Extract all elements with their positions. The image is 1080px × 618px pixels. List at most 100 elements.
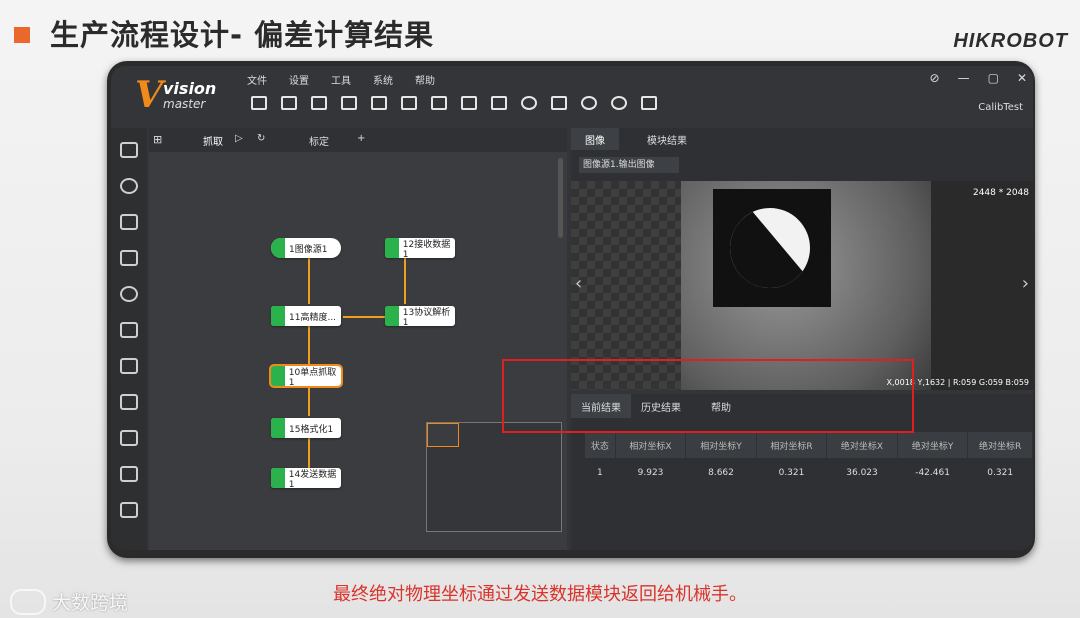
run-status-icon[interactable]: ⊘ xyxy=(930,71,940,85)
calibrate-tool-icon[interactable] xyxy=(120,358,138,374)
flow-node-single-point-grab[interactable]: 10单点抓取1 xyxy=(269,364,343,388)
status-bar xyxy=(149,536,577,550)
col-rel-y: 相对坐标Y xyxy=(685,432,757,458)
connector xyxy=(308,258,310,304)
image-source-select[interactable]: 图像源1.输出图像 xyxy=(579,157,679,173)
slide-caption: 最终绝对物理坐标通过发送数据模块返回给机械手。 xyxy=(333,584,747,605)
node-label: 13协议解析1 xyxy=(402,307,451,328)
calib-file-label[interactable]: CalibTest xyxy=(978,102,1023,113)
high-precision-icon xyxy=(271,306,285,326)
menu-bar: 文件 设置 工具 系统 帮助 xyxy=(247,72,435,87)
highlight-box xyxy=(502,359,914,433)
if-tool-icon[interactable] xyxy=(120,502,138,518)
menu-settings[interactable]: 设置 xyxy=(289,72,309,87)
single-point-icon xyxy=(271,366,285,386)
camera-icon[interactable] xyxy=(401,96,417,110)
tab-capture[interactable]: 抓取 xyxy=(203,133,223,148)
open-folder-icon[interactable] xyxy=(281,96,297,110)
color-tool-icon[interactable] xyxy=(120,286,138,302)
tab-image[interactable]: 图像 xyxy=(571,128,619,150)
flow-minimap[interactable] xyxy=(426,422,562,532)
import-icon[interactable] xyxy=(341,96,357,110)
add-tab-button[interactable]: + xyxy=(357,133,365,144)
locate-tool-icon[interactable] xyxy=(120,178,138,194)
flow-node-send-data[interactable]: 14发送数据1 xyxy=(271,468,341,490)
watermark-logo-icon xyxy=(10,588,46,615)
title-bullet xyxy=(14,27,30,43)
communication-icon[interactable] xyxy=(521,96,537,110)
logo-master: master xyxy=(163,97,206,111)
tab-calibrate[interactable]: 标定 xyxy=(309,133,329,148)
connector xyxy=(308,326,310,364)
col-rel-x: 相对坐标X xyxy=(615,432,687,458)
run-once-icon[interactable] xyxy=(581,96,597,110)
app-logo: V vision master xyxy=(135,74,235,116)
watermark-text: 大数跨境 xyxy=(52,592,129,614)
process-tree-icon[interactable]: ⊞ xyxy=(153,133,162,146)
col-abs-y: 绝对坐标Y xyxy=(897,432,969,458)
recognize-tool-icon[interactable] xyxy=(120,394,138,410)
connector xyxy=(308,386,310,416)
close-button[interactable]: ✕ xyxy=(1017,71,1027,85)
save-as-icon[interactable] xyxy=(311,96,327,110)
col-rel-r: 相对坐标R xyxy=(756,432,828,458)
menu-system[interactable]: 系统 xyxy=(373,72,393,87)
node-label: 11高精度... xyxy=(289,312,337,323)
columns-icon[interactable] xyxy=(431,96,447,110)
flow-node-protocol-parse[interactable]: 13协议解析1 xyxy=(385,306,455,328)
minimap-viewport[interactable] xyxy=(427,423,459,447)
menu-file[interactable]: 文件 xyxy=(247,72,267,87)
flow-scrollbar[interactable] xyxy=(558,158,563,238)
brand-logo: HIKROBOT xyxy=(953,30,1068,52)
col-abs-r: 绝对坐标R xyxy=(967,432,1033,458)
app-window: V vision master 文件 设置 工具 系统 帮助 ⊘ — ▢ ✕ C… xyxy=(111,66,1033,550)
run-once-small-icon[interactable]: ▷ xyxy=(235,133,243,144)
image-process-tool-icon[interactable] xyxy=(120,250,138,266)
connector xyxy=(308,438,310,468)
image-source-icon xyxy=(271,238,285,258)
format-icon xyxy=(271,418,285,438)
script-icon[interactable] xyxy=(551,96,567,110)
cell-abs-r: 0.321 xyxy=(967,458,1033,488)
next-image-icon[interactable]: › xyxy=(1022,273,1029,294)
tool-sidebar xyxy=(111,128,147,550)
table-header-row: 状态 相对坐标X 相对坐标Y 相对坐标R 绝对坐标X 绝对坐标Y 绝对坐标R xyxy=(585,432,1033,458)
node-label: 1图像源1 xyxy=(289,244,328,255)
menu-help[interactable]: 帮助 xyxy=(415,72,435,87)
node-label: 14发送数据1 xyxy=(288,469,337,490)
col-abs-x: 绝对坐标X xyxy=(826,432,898,458)
run-loop-icon[interactable] xyxy=(611,96,627,110)
calendar-icon[interactable] xyxy=(371,96,387,110)
frame-icon[interactable] xyxy=(641,96,657,110)
watermark: 大数跨境 xyxy=(10,588,128,615)
cell-rel-y: 8.662 xyxy=(685,458,757,488)
defect-tool-icon[interactable] xyxy=(120,322,138,338)
send-data-icon xyxy=(271,468,285,488)
capture-tool-icon[interactable] xyxy=(120,142,138,158)
flow-node-high-precision[interactable]: 11高精度... xyxy=(271,306,341,326)
toolbar xyxy=(251,96,657,110)
logo-vision: vision xyxy=(163,79,217,98)
target-circle xyxy=(725,203,815,293)
logo-v: V xyxy=(135,74,163,116)
logic-tool-icon[interactable] xyxy=(120,466,138,482)
node-label: 15格式化1 xyxy=(289,424,334,435)
menu-tools[interactable]: 工具 xyxy=(331,72,351,87)
minimize-button[interactable]: — xyxy=(958,71,970,85)
device-icon[interactable] xyxy=(491,96,507,110)
flow-node-receive-data[interactable]: 12接收数据1 xyxy=(385,238,455,260)
table-row[interactable]: 1 9.923 8.662 0.321 36.023 -42.461 0.321 xyxy=(585,458,1033,488)
image-size-label: 2448 * 2048 xyxy=(972,188,1029,198)
flow-node-image-source[interactable]: 1图像源1 xyxy=(271,238,341,258)
tab-module-result[interactable]: 模块结果 xyxy=(633,128,701,150)
restore-button[interactable]: ▢ xyxy=(988,71,999,85)
variable-icon[interactable] xyxy=(461,96,477,110)
flow-node-format[interactable]: 15格式化1 xyxy=(271,418,341,438)
receive-data-icon xyxy=(385,238,399,258)
flow-editor: ⊞ 抓取 ▷ ↻ 标定 + 1图像源1 12接收数据1 11高精度... 13协… xyxy=(149,128,567,550)
save-icon[interactable] xyxy=(251,96,267,110)
run-loop-small-icon[interactable]: ↻ xyxy=(257,133,265,144)
measure-tool-icon[interactable] xyxy=(120,214,138,230)
paint-tool-icon[interactable] xyxy=(120,430,138,446)
prev-image-icon[interactable]: ‹ xyxy=(575,273,582,294)
